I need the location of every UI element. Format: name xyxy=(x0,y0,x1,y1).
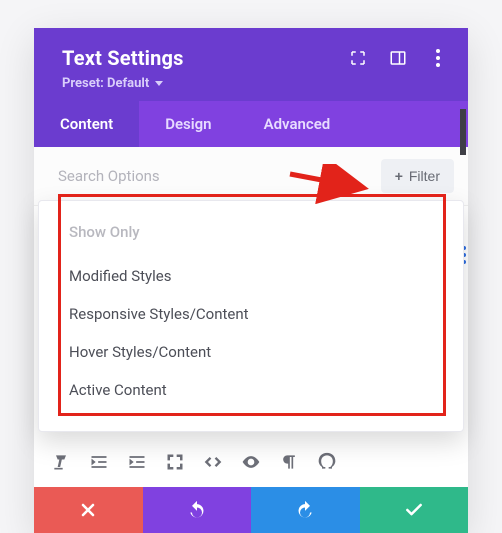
filter-popover-heading: Show Only xyxy=(69,223,437,241)
fullscreen-icon[interactable] xyxy=(164,451,186,473)
scrollbar-thumb[interactable] xyxy=(460,109,466,155)
indent-increase-icon[interactable] xyxy=(126,451,148,473)
editor-toolbar xyxy=(34,441,468,487)
caret-down-icon xyxy=(155,81,163,86)
header-actions xyxy=(348,46,448,68)
filter-button-label: Filter xyxy=(409,168,440,184)
tab-advanced[interactable]: Advanced xyxy=(238,101,357,147)
filter-option-hover[interactable]: Hover Styles/Content xyxy=(69,333,437,371)
more-menu-icon[interactable] xyxy=(428,48,448,68)
tab-bar: Content Design Advanced xyxy=(34,101,468,147)
filter-option-responsive[interactable]: Responsive Styles/Content xyxy=(69,295,437,333)
paragraph-icon[interactable] xyxy=(278,451,300,473)
settings-panel: Text Settings Preset: Default Content De… xyxy=(34,28,468,533)
options-body: Show Only Modified Styles Responsive Sty… xyxy=(34,206,468,441)
panel-title: Text Settings xyxy=(62,46,184,70)
panel-layout-icon[interactable] xyxy=(388,48,408,68)
code-icon[interactable] xyxy=(202,451,224,473)
search-input[interactable]: Search Options xyxy=(58,167,160,185)
cancel-button[interactable] xyxy=(34,487,143,533)
plus-icon: + xyxy=(395,168,403,184)
filter-option-modified-styles[interactable]: Modified Styles xyxy=(69,257,437,295)
special-char-icon[interactable] xyxy=(316,451,338,473)
confirm-button[interactable] xyxy=(360,487,469,533)
visibility-icon[interactable] xyxy=(240,451,262,473)
header-left: Text Settings Preset: Default xyxy=(62,46,184,91)
filter-button[interactable]: + Filter xyxy=(381,159,454,193)
redo-button[interactable] xyxy=(251,487,360,533)
preset-dropdown[interactable]: Preset: Default xyxy=(62,76,184,91)
expand-icon[interactable] xyxy=(348,48,368,68)
preset-label: Preset: Default xyxy=(62,76,149,91)
undo-button[interactable] xyxy=(143,487,252,533)
panel-footer xyxy=(34,487,468,533)
clear-format-icon[interactable] xyxy=(50,451,72,473)
indent-decrease-icon[interactable] xyxy=(88,451,110,473)
panel-header: Text Settings Preset: Default xyxy=(34,28,468,101)
filter-option-active-content[interactable]: Active Content xyxy=(69,371,437,409)
tab-content[interactable]: Content xyxy=(34,101,139,147)
tab-design[interactable]: Design xyxy=(139,101,237,147)
filter-popover: Show Only Modified Styles Responsive Sty… xyxy=(38,200,464,432)
search-row: Search Options + Filter xyxy=(34,147,468,206)
